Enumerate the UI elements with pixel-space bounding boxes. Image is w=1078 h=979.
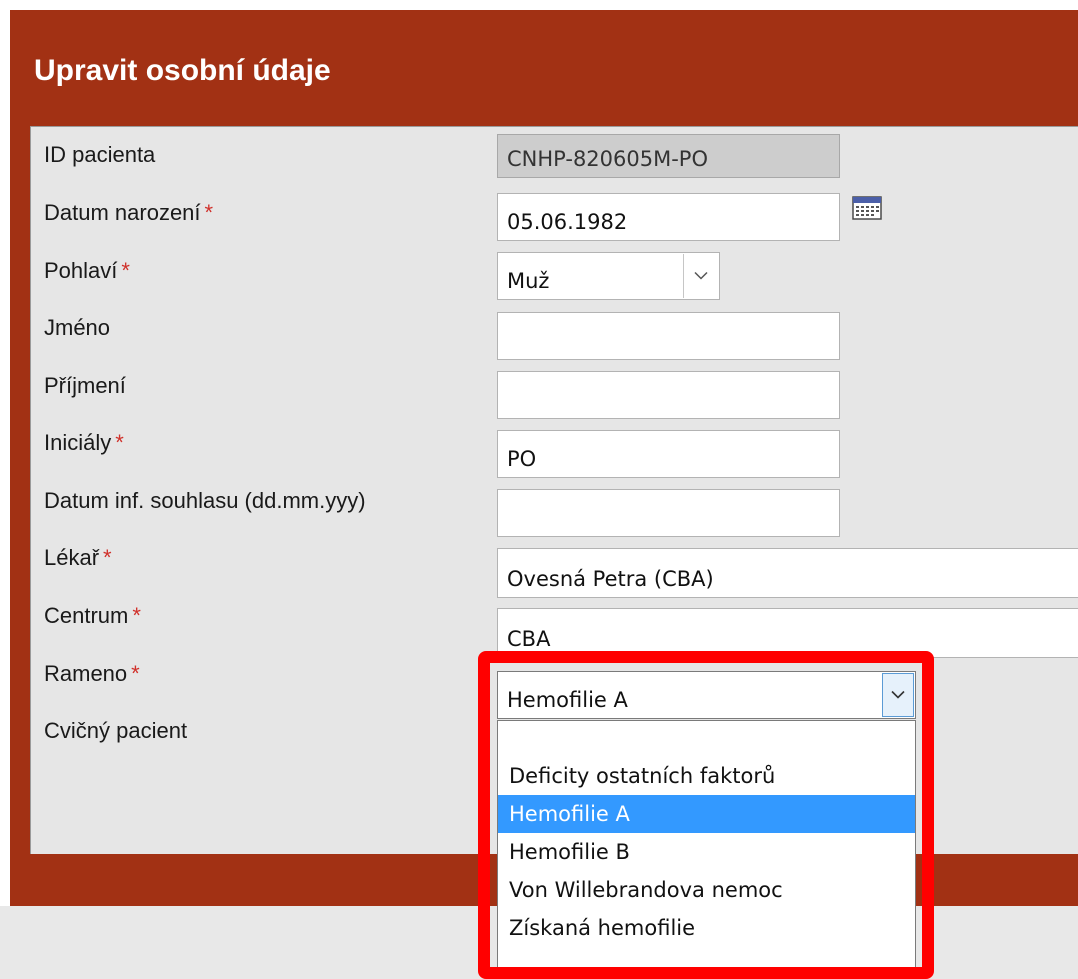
doctor-label: Lékař * [44,545,112,570]
training-patient-label: Cvičný pacient [44,718,188,743]
arm-label: Rameno * [44,661,140,686]
required-marker: * [115,430,124,455]
birth-date-label: Datum narození * [44,200,214,225]
arm-option[interactable]: Deficity ostatních faktorů [498,757,915,795]
arm-option[interactable]: Získaná hemofilie [498,909,915,947]
required-marker: * [131,661,140,686]
page-title: Upravit osobní údaje [34,54,331,87]
arm-option[interactable] [498,721,915,759]
calendar-icon[interactable] [852,196,882,220]
arm-options-list[interactable]: Deficity ostatních faktorů Hemofilie A Hem… [497,720,916,970]
arm-option[interactable]: Von Willebrandova nemoc [498,871,915,909]
last-name-input[interactable] [497,371,840,419]
first-name-input[interactable] [497,312,840,360]
arm-option[interactable]: Hemofilie A [498,795,915,833]
first-name-label: Jméno [44,315,111,340]
required-marker: * [121,258,130,283]
chevron-down-icon[interactable] [683,254,718,298]
required-marker: * [132,603,141,628]
center-label: Centrum * [44,603,141,628]
sex-label: Pohlaví * [44,258,130,283]
patient-id-label: ID pacienta [44,142,156,167]
doctor-select[interactable]: Ovesná Petra (CBA) [497,548,1078,598]
consent-date-input[interactable] [497,489,840,537]
required-marker: * [204,200,214,225]
consent-date-label: Datum inf. souhlasu (dd.mm.yyy) [44,488,366,513]
initials-input[interactable]: PO [497,430,840,478]
arm-select[interactable]: Hemofilie A [497,671,916,719]
sex-select[interactable]: Muž [497,252,720,300]
required-marker: * [103,545,112,570]
birth-date-input[interactable]: 05.06.1982 [497,193,840,241]
patient-id-field: CNHP-820605M-PO [497,134,840,178]
chevron-down-icon[interactable] [882,673,914,717]
arm-option[interactable]: Hemofilie B [498,833,915,871]
center-select[interactable]: CBA [497,608,1078,658]
initials-label: Iniciály * [44,430,124,455]
last-name-label: Příjmení [44,373,126,398]
